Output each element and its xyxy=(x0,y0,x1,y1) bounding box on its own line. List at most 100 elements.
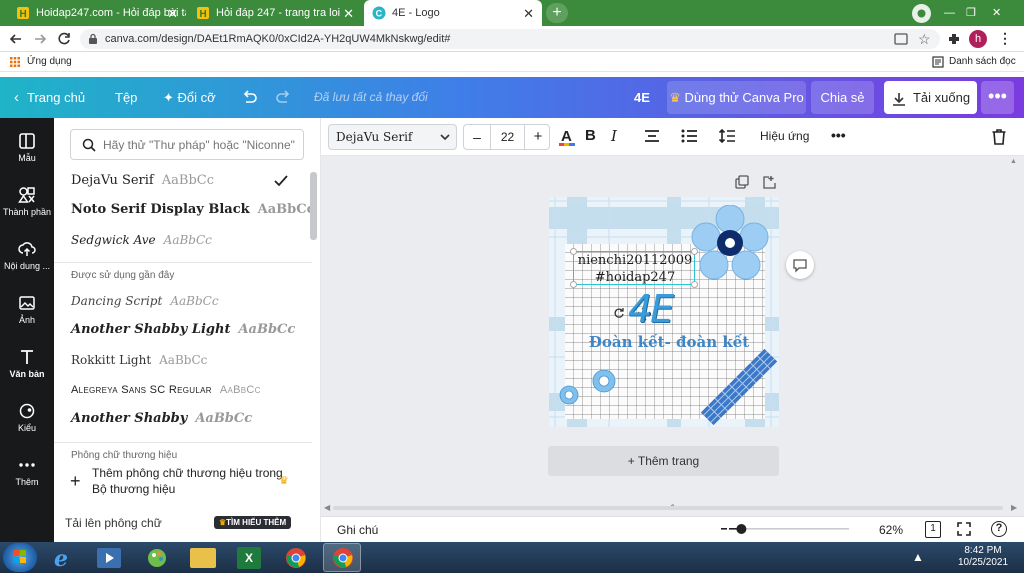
close-tab-icon[interactable]: ✕ xyxy=(167,6,178,22)
share-button[interactable]: Chia sẻ xyxy=(811,81,874,114)
file-explorer-taskbar-icon[interactable] xyxy=(190,548,216,568)
try-canva-pro-button[interactable]: ♛ Dùng thử Canva Pro xyxy=(667,81,806,114)
paint-taskbar-icon[interactable] xyxy=(145,547,169,569)
font-option-dejavu-serif[interactable]: DejaVu Serif AaBbCc xyxy=(71,168,214,194)
panel-scrollbar-thumb[interactable] xyxy=(310,172,317,240)
rail-item-photos[interactable]: Ảnh xyxy=(0,288,54,340)
font-option-alegreya-sans-sc[interactable]: Alegreya Sans SC Regular AaBbCc xyxy=(71,377,261,403)
font-search-box[interactable] xyxy=(70,129,304,160)
upload-fonts-link[interactable]: Tải lên phông chữ xyxy=(65,516,162,530)
font-size-increase-button[interactable]: + xyxy=(525,125,551,149)
profile-avatar[interactable]: h xyxy=(969,30,987,48)
zoom-percentage[interactable]: 62% xyxy=(879,523,903,537)
minimize-icon[interactable]: — xyxy=(944,3,955,23)
align-center-icon[interactable] xyxy=(644,129,660,143)
media-player-taskbar-icon[interactable] xyxy=(97,548,121,568)
apps-grid-icon[interactable] xyxy=(10,57,20,67)
toolbar-more-icon[interactable]: ••• xyxy=(831,127,846,143)
italic-icon[interactable]: I xyxy=(611,127,617,145)
rail-item-elements[interactable]: Thành phần xyxy=(0,180,54,232)
ie-taskbar-icon[interactable]: e xyxy=(52,547,76,569)
font-size-input[interactable]: 22 xyxy=(490,125,525,149)
file-menu-button[interactable]: Tệp xyxy=(115,77,137,118)
page-count-button[interactable]: 1 xyxy=(925,521,941,538)
collapse-notes-icon[interactable]: ˆ xyxy=(671,504,674,515)
slogan-text[interactable]: Đoàn kết- đoàn kết xyxy=(559,333,779,351)
effects-button[interactable]: Hiệu ứng xyxy=(760,129,809,143)
close-tab-icon[interactable]: ✕ xyxy=(523,6,534,22)
font-size-decrease-button[interactable]: – xyxy=(464,125,490,149)
scroll-up-icon[interactable]: ▲ xyxy=(1010,158,1017,165)
rail-item-styles[interactable]: Kiểu xyxy=(0,396,54,448)
window-close-icon[interactable]: ✕ xyxy=(992,3,1001,23)
browser-tab-hoidap-traloi[interactable]: H Hỏi đáp 247 - trang tra loi ✕ xyxy=(188,0,362,26)
font-option-another-shabby-light[interactable]: Another Shabby Light AaBbCc xyxy=(71,317,295,343)
font-option-rokkitt-light[interactable]: Rokkitt Light AaBbCc xyxy=(71,347,207,373)
tray-flag-icon[interactable]: ▲ xyxy=(912,550,924,564)
rail-item-templates[interactable]: Mẫu xyxy=(0,126,54,178)
design-title[interactable]: 4E xyxy=(634,77,650,118)
duplicate-page-icon[interactable] xyxy=(735,175,749,189)
chrome-taskbar-icon[interactable] xyxy=(285,547,307,569)
more-options-button[interactable]: ••• xyxy=(981,81,1014,114)
download-button[interactable]: Tải xuống xyxy=(884,81,977,114)
rail-item-more[interactable]: Thêm xyxy=(0,450,54,502)
reading-list-link[interactable]: Danh sách đọc xyxy=(949,52,1016,72)
bold-icon[interactable]: B xyxy=(585,127,596,144)
scroll-left-icon[interactable]: ◀ xyxy=(324,503,330,512)
restore-icon[interactable]: ❐ xyxy=(966,3,976,23)
trash-icon[interactable] xyxy=(991,128,1007,145)
font-option-another-shabby[interactable]: Another Shabby AaBbCc xyxy=(71,406,252,432)
start-button[interactable] xyxy=(3,543,37,572)
browser-tab-canva[interactable]: C 4E - Logo ✕ xyxy=(364,0,542,26)
excel-taskbar-icon[interactable]: X xyxy=(237,547,261,569)
system-clock[interactable]: 8:42 PM 10/25/2021 xyxy=(952,545,1014,569)
apps-bookmark[interactable]: Ứng dụng xyxy=(27,52,72,72)
bookmark-star-icon[interactable]: ☆ xyxy=(918,31,931,48)
text-color-icon[interactable]: A xyxy=(558,127,576,147)
extensions-icon[interactable] xyxy=(946,31,962,47)
redo-icon[interactable] xyxy=(275,89,293,107)
spacing-icon[interactable] xyxy=(718,128,736,144)
font-family-dropdown[interactable]: DejaVu Serif xyxy=(328,124,457,150)
new-tab-button[interactable]: + xyxy=(546,3,568,23)
browser-menu-icon[interactable]: ⋮ xyxy=(998,30,1012,47)
add-brand-font-button[interactable]: + Thêm phông chữ thương hiệu trong Bộ th… xyxy=(68,466,308,501)
zoom-slider[interactable] xyxy=(721,521,851,537)
back-arrow-icon[interactable] xyxy=(8,31,24,47)
resize-handle[interactable] xyxy=(691,248,698,255)
rotate-handle-icon[interactable] xyxy=(613,307,625,319)
resize-button[interactable]: ✦ Đổi cỡ xyxy=(163,77,216,118)
resize-handle[interactable] xyxy=(570,281,577,288)
notes-button[interactable]: Ghi chú xyxy=(337,523,378,537)
close-tab-icon[interactable]: ✕ xyxy=(343,6,354,22)
home-button[interactable]: ‹ Trang chủ xyxy=(14,77,85,118)
horizontal-scrollbar[interactable] xyxy=(333,506,1003,510)
add-comment-button[interactable] xyxy=(786,251,814,279)
browser-tab-hoidap247[interactable]: H Hoidap247.com - Hỏi đáp bài tập ✕ xyxy=(8,0,186,26)
zoom-slider-thumb[interactable] xyxy=(736,524,747,534)
font-option-dancing-script[interactable]: Dancing Script AaBbCc xyxy=(71,288,219,314)
reading-list-icon[interactable] xyxy=(932,56,944,68)
cast-icon[interactable] xyxy=(894,32,908,46)
help-icon[interactable]: ? xyxy=(991,521,1007,537)
reload-icon[interactable] xyxy=(56,31,72,47)
url-field[interactable]: canva.com/design/DAEt1RmAQK0/0xCId2A-YH2… xyxy=(80,29,940,49)
rail-item-uploads[interactable]: Nội dung ... xyxy=(0,234,54,286)
forward-arrow-icon[interactable] xyxy=(32,31,48,47)
chrome-active-taskbar-icon[interactable] xyxy=(323,543,361,572)
font-search-input[interactable] xyxy=(103,135,298,154)
scroll-right-icon[interactable]: ▶ xyxy=(1011,503,1017,512)
find-out-more-badge[interactable]: ♛TÌM HIỂU THÊM xyxy=(214,516,292,529)
selected-text-box[interactable]: nienchi20112009 #hoidap247 xyxy=(570,248,698,288)
logo-4e-text[interactable]: 4E xyxy=(628,287,674,331)
undo-icon[interactable] xyxy=(240,89,258,107)
rail-item-text[interactable]: Văn bản xyxy=(0,342,54,394)
bullet-list-icon[interactable] xyxy=(681,129,697,143)
design-page[interactable]: nienchi20112009 #hoidap247 4E Đoàn kết- … xyxy=(549,197,779,427)
add-page-button[interactable]: + Thêm trang xyxy=(548,446,779,476)
profile-sync-icon[interactable] xyxy=(912,4,931,23)
font-option-sedgwick-ave[interactable]: Sedgwick Ave AaBbCc xyxy=(71,227,212,253)
add-page-icon[interactable] xyxy=(762,175,776,189)
resize-handle[interactable] xyxy=(691,281,698,288)
